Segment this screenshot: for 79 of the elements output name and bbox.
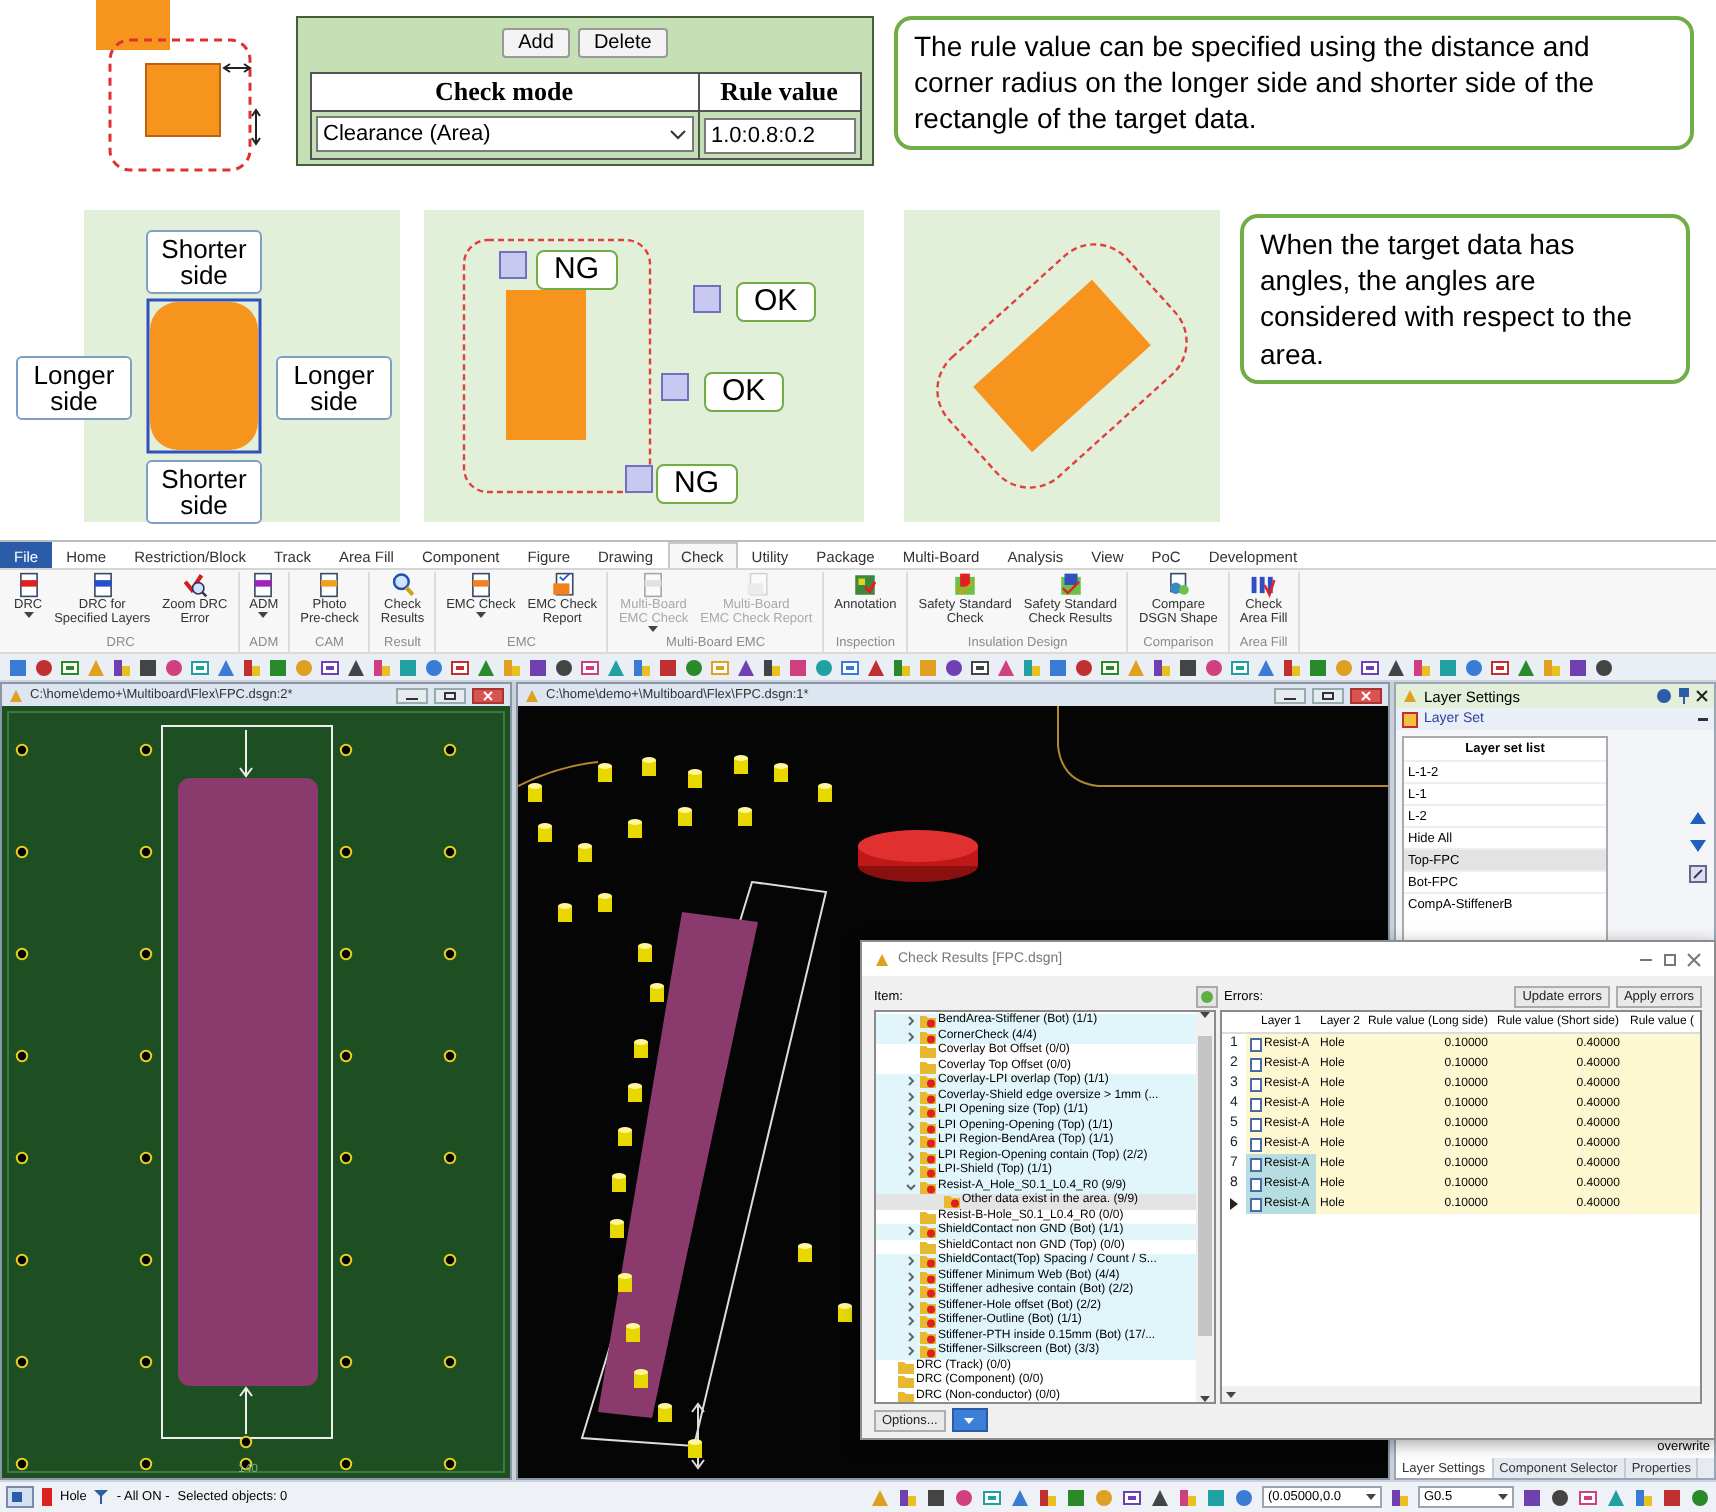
tool-icon[interactable] <box>242 657 262 677</box>
chevron-right-icon[interactable] <box>906 1076 916 1087</box>
chevron-right-icon[interactable] <box>906 1346 916 1357</box>
document-icon <box>640 572 667 598</box>
chevron-right-icon[interactable] <box>906 1286 916 1297</box>
tool-icon[interactable] <box>112 657 132 677</box>
current-row-icon <box>1230 1198 1238 1210</box>
caret-icon <box>1226 1391 1236 1397</box>
chevron-right-icon[interactable] <box>906 1091 916 1102</box>
chevron-right-icon[interactable] <box>906 1271 916 1282</box>
chevron-right-icon[interactable] <box>906 1331 916 1342</box>
side-label: Longer side <box>276 356 392 420</box>
filter-icon[interactable] <box>94 1490 109 1504</box>
pin-icon[interactable] <box>1678 688 1690 704</box>
caret-icon <box>1200 1012 1210 1018</box>
result-label: OK <box>736 282 816 322</box>
scrollbar-thumb[interactable] <box>1198 1036 1212 1336</box>
report-icon <box>743 572 770 598</box>
caret-icon <box>1498 1494 1508 1500</box>
editor-button[interactable]: Delete <box>577 28 668 58</box>
help-icon[interactable] <box>1656 688 1672 704</box>
column-header: Check mode <box>311 74 697 110</box>
editor-button[interactable]: Add <box>502 28 570 58</box>
chevron-right-icon[interactable] <box>906 1121 916 1132</box>
close-icon[interactable] <box>472 687 504 703</box>
chevron-right-icon[interactable] <box>906 1106 916 1117</box>
tool-icon[interactable] <box>1038 1487 1058 1507</box>
caret-icon <box>964 1417 975 1423</box>
chevron-right-icon[interactable] <box>906 1151 916 1162</box>
app-icon <box>874 951 890 967</box>
search-icon <box>389 572 416 598</box>
bars-icon <box>1250 572 1277 598</box>
column-header: Rule value <box>699 74 859 110</box>
arrow-down-icon[interactable] <box>1688 836 1708 856</box>
close-icon[interactable] <box>1350 687 1382 703</box>
chevron-down-icon <box>669 129 685 139</box>
note-text: The rule value can be specified using the distance and corner radius on the longer side and shorter side of the rectangle of the target data. <box>894 16 1694 150</box>
result-label: OK <box>704 372 784 412</box>
checklist-icon <box>1057 572 1084 598</box>
zoom-icon <box>181 572 208 598</box>
board-icon <box>852 572 879 598</box>
minimize-icon[interactable] <box>1698 717 1708 721</box>
layer-swatch <box>42 1488 52 1506</box>
minimize-icon[interactable] <box>396 687 428 703</box>
tool-icon[interactable] <box>1390 1487 1410 1507</box>
chevron-right-icon[interactable] <box>906 1226 916 1237</box>
chevron-right-icon[interactable] <box>906 1301 916 1312</box>
layers-icon <box>1402 711 1418 727</box>
tool-icon[interactable] <box>898 1487 918 1507</box>
tool-icon[interactable] <box>1282 657 1302 677</box>
chevron-right-icon[interactable] <box>906 1031 916 1042</box>
check-mode-select[interactable]: Clearance (Area) <box>315 116 693 152</box>
maximize-icon[interactable] <box>434 687 466 703</box>
tool-icon[interactable] <box>762 657 782 677</box>
checklist-icon <box>952 572 979 598</box>
minimize-icon[interactable] <box>1274 687 1306 703</box>
side-label: Shorter side <box>146 230 262 294</box>
side-label: Longer side <box>16 356 132 420</box>
chevron-right-icon[interactable] <box>906 1136 916 1147</box>
chevron-right-icon[interactable] <box>906 1316 916 1327</box>
chevron-right-icon[interactable] <box>906 1256 916 1267</box>
close-icon[interactable] <box>1696 690 1708 702</box>
arrow-up-icon[interactable] <box>1688 808 1708 828</box>
chevron-right-icon[interactable] <box>906 1166 916 1177</box>
dropdown-button[interactable] <box>951 1408 988 1432</box>
caret-icon <box>1366 1494 1376 1500</box>
result-label: NG <box>536 250 617 290</box>
maximize-icon[interactable] <box>1312 687 1344 703</box>
chevron-down-icon[interactable] <box>906 1181 916 1192</box>
tool-icon[interactable] <box>1152 657 1172 677</box>
panel-icon <box>1402 688 1418 704</box>
result-label: NG <box>656 464 737 504</box>
rule-value-field[interactable]: 1.0:0.8:0.2 <box>703 118 855 154</box>
layers-icon[interactable] <box>6 1486 34 1508</box>
chevron-right-icon[interactable] <box>906 1016 916 1027</box>
note-text: When the target data has angles, the angles are considered with respect to the area. <box>1240 214 1690 384</box>
side-label: Shorter side <box>146 460 262 524</box>
caret-icon <box>1200 1396 1210 1402</box>
edit-icon[interactable] <box>1688 864 1708 884</box>
